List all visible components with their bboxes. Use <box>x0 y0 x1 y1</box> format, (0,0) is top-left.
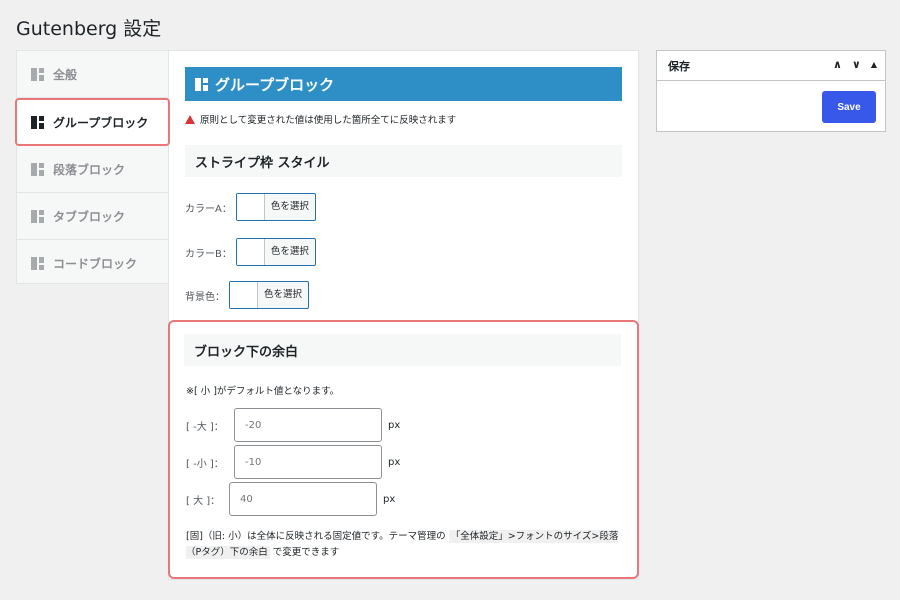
color-b-label: カラーB： <box>185 248 232 260</box>
margin-small-negative-row: [ -小 ]： px <box>186 445 400 479</box>
color-a-picker-button[interactable]: 色を選択 <box>235 193 316 221</box>
page-title: Gutenberg 設定 <box>16 18 162 40</box>
unit-label: px <box>388 419 401 431</box>
color-swatch <box>236 194 265 220</box>
tab-label: タブブロック <box>53 209 126 224</box>
bg-color-picker-button[interactable]: 色を選択 <box>229 281 310 309</box>
tab-code-block[interactable]: コードブロック <box>17 240 168 287</box>
color-button-label: 色を選択 <box>270 246 309 257</box>
color-a-row: カラーA： 色を選択 <box>185 193 316 221</box>
tab-label: コードブロック <box>53 257 138 271</box>
bg-color-row: 背景色： 色を選択 <box>185 281 310 309</box>
chevron-down-icon[interactable]: ∨ <box>852 58 861 72</box>
color-a-label: カラーA： <box>185 203 232 215</box>
chevron-up-icon[interactable]: ∧ <box>833 58 842 72</box>
block-icon <box>31 67 44 81</box>
tab-label: グループブロック <box>53 115 149 130</box>
warning-icon <box>185 114 195 124</box>
color-button-label: 色を選択 <box>264 289 303 300</box>
block-icon <box>31 162 44 176</box>
color-swatch <box>236 239 265 265</box>
notice: 原則として変更された値は使用した箇所全てに反映されます <box>185 112 456 126</box>
save-button[interactable]: Save <box>822 91 876 123</box>
color-swatch <box>230 282 258 308</box>
notice-text: 原則として変更された値は使用した箇所全てに反映されます <box>200 115 457 126</box>
tab-tab-block[interactable]: タブブロック <box>17 193 168 240</box>
block-header-title: グループブロック <box>215 75 335 94</box>
block-icon <box>31 257 44 270</box>
color-button-label: 色を選択 <box>270 201 309 212</box>
save-metabox-title: 保存 <box>668 59 690 73</box>
tab-group-block[interactable]: グループブロック <box>15 98 170 146</box>
save-metabox-header: 保存 ∧ ∨ ▲ <box>657 51 885 81</box>
foot-note: [固]（旧: 小）は全体に反映される固定値です。テーマ管理の 「全体設定」>フォ… <box>186 529 626 561</box>
unit-label: px <box>383 493 396 505</box>
foot-note-text: [固]（旧: 小）は全体に反映される固定値です。テーマ管理の <box>186 531 446 542</box>
block-icon <box>195 77 208 91</box>
margin-large-negative-row: [ -大 ]： px <box>186 408 400 442</box>
tab-label: 全般 <box>53 67 78 82</box>
margin-large-row: [ 大 ]： px <box>186 482 395 516</box>
foot-note-text: で変更できます <box>272 547 340 558</box>
margin-small-negative-input[interactable] <box>234 445 382 479</box>
tab-general[interactable]: 全般 <box>17 51 168 98</box>
field-label: [ 大 ]： <box>186 495 221 507</box>
margin-settings-box: ブロック下の余白 ※[ 小 ]がデフォルト値となります。 [ -大 ]： px … <box>168 320 639 579</box>
metabox-controls: ∧ ∨ ▲ <box>833 58 877 72</box>
tab-label: 段落ブロック <box>53 162 126 177</box>
margin-large-input[interactable] <box>229 482 377 516</box>
color-b-row: カラーB： 色を選択 <box>185 238 316 266</box>
field-label: [ -小 ]： <box>186 458 224 470</box>
settings-tabs: 全般 グループブロック 段落ブロック タブブロック コードブロック <box>15 50 170 287</box>
margin-large-negative-input[interactable] <box>234 408 382 442</box>
margin-section-title: ブロック下の余白 <box>184 334 621 366</box>
save-metabox: 保存 ∧ ∨ ▲ Save <box>656 50 886 132</box>
bg-color-label: 背景色： <box>185 291 225 303</box>
tab-paragraph-block[interactable]: 段落ブロック <box>17 146 168 193</box>
block-icon <box>31 115 44 129</box>
stripe-section-title: ストライプ枠 スタイル <box>185 145 622 177</box>
field-label: [ -大 ]： <box>186 421 224 433</box>
block-header: グループブロック <box>185 67 622 101</box>
default-note: ※[ 小 ]がデフォルト値となります。 <box>186 386 340 397</box>
unit-label: px <box>388 456 401 468</box>
block-icon <box>31 209 44 223</box>
color-b-picker-button[interactable]: 色を選択 <box>235 238 316 266</box>
toggle-panel-icon[interactable]: ▲ <box>871 58 877 72</box>
